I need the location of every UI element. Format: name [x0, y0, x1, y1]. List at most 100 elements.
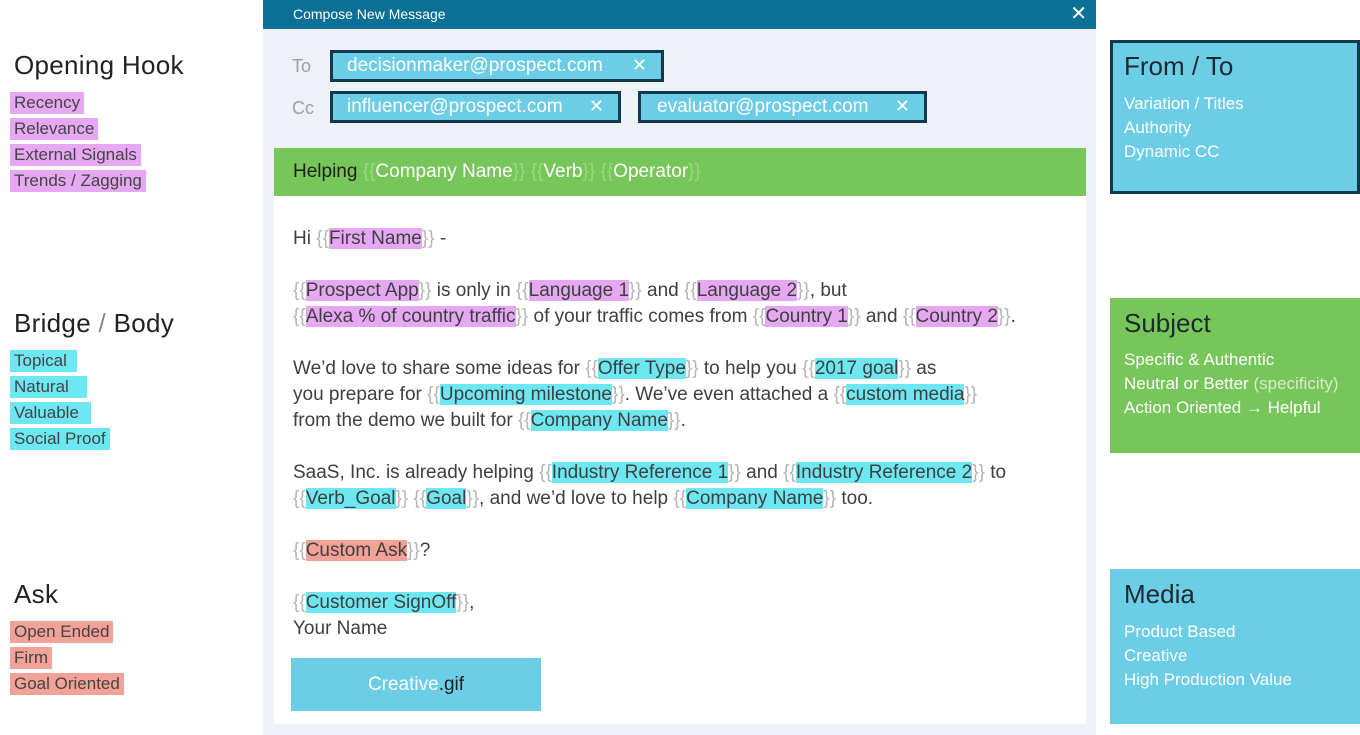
opening-hook-item: Relevance [10, 118, 99, 140]
attachment-extension: .gif [438, 673, 465, 695]
var-hook: Country 2 [915, 306, 998, 327]
var-body: Goal [426, 488, 467, 509]
bridge-title-separator: / [98, 308, 107, 338]
body-text: and [740, 462, 784, 483]
body-line-proof-1: SaaS, Inc. is already helping {{Industry… [293, 462, 1007, 483]
compose-title: Compose New Message [293, 6, 446, 22]
body-line-hook-2: {{Alexa % of country traffic}} of your t… [293, 306, 1016, 327]
var-hook: Language 2 [696, 280, 798, 301]
bridge-body-item: Topical [10, 350, 77, 372]
subject-field[interactable]: Helping {{Company Name}} {{Verb}} {{Oper… [274, 148, 1086, 196]
ask-list: Open Ended Firm Goal Oriented [10, 621, 124, 695]
recipient-chip-to[interactable]: decisionmaker@prospect.com ✕ [330, 50, 664, 82]
subject-var: Verb [543, 161, 583, 182]
var-body: Industry Reference 1 [551, 462, 729, 483]
recipient-email: evaluator@prospect.com [657, 96, 869, 117]
opening-hook-item: Trends / Zagging [10, 170, 146, 192]
opening-hook-item: Recency [10, 92, 85, 114]
attachment-name: Creative [367, 673, 439, 695]
body-text: SaaS, Inc. is already helping [293, 462, 540, 483]
var-body: Industry Reference 2 [795, 462, 973, 483]
bridge-body-list: Topical Natural Valuable Social Proof [10, 350, 174, 450]
body-title-part: Body [113, 308, 175, 338]
media-box-item: High Production Value [1124, 670, 1292, 689]
body-text: as [911, 358, 937, 379]
body-text: ? [419, 540, 431, 561]
subject-box-title: Subject [1124, 308, 1211, 338]
bridge-body-item: Natural [10, 376, 87, 398]
recipient-email: influencer@prospect.com [347, 96, 563, 117]
opening-hook-list: Recency Relevance External Signals Trend… [10, 92, 184, 192]
from-to-item: Dynamic CC [1124, 142, 1220, 161]
var-body: Offer Type [597, 358, 686, 379]
to-label: To [292, 56, 312, 76]
body-line-proof-2: {{Verb_Goal}} {{Goal}}, and we’d love to… [293, 488, 874, 509]
var-body: custom media [846, 384, 965, 405]
subject-line: Helping {{Company Name}} {{Verb}} {{Oper… [293, 161, 701, 182]
media-box-item: Product Based [1124, 622, 1236, 641]
opening-hook-title: Opening Hook [14, 50, 184, 80]
cc-label: Cc [292, 98, 314, 118]
body-text: , [469, 592, 475, 613]
body-text: from the demo we built for [293, 410, 518, 431]
var-hook: Prospect App [305, 280, 419, 301]
from-to-box: From / To Variation / Titles Authority D… [1110, 40, 1360, 194]
bridge-body-item: Social Proof [10, 428, 110, 450]
greeting-text: Hi [293, 228, 317, 249]
opening-hook-item: External Signals [10, 144, 141, 166]
from-to-title: From / To [1124, 51, 1234, 81]
body-text: of your traffic comes from [528, 306, 753, 327]
subject-box-item-text: Neutral or Better [1124, 374, 1249, 393]
body-text: . [1010, 306, 1016, 327]
remove-recipient-icon[interactable]: ✕ [895, 96, 910, 117]
var-hook: Language 1 [528, 280, 630, 301]
var-ask: Custom Ask [305, 540, 408, 561]
ask-item: Firm [10, 647, 52, 669]
body-line-ask: {{Custom Ask}}? [293, 540, 431, 561]
var-hook: Alexa % of country traffic [305, 306, 516, 327]
var-body: Company Name [686, 488, 824, 509]
body-text: , but [809, 280, 847, 301]
body-text: to [984, 462, 1007, 483]
body-text: to help you [698, 358, 803, 379]
close-icon[interactable]: ✕ [1070, 2, 1087, 26]
recipient-chip-cc[interactable]: influencer@prospect.com ✕ [330, 91, 621, 123]
subject-box-item: Action Oriented → Helpful [1124, 398, 1321, 417]
subject-box-item-note: (specificity) [1253, 374, 1339, 393]
body-text: and [641, 280, 684, 301]
bridge-body-title: Bridge / Body [14, 308, 174, 339]
ask-section: Ask Open Ended Firm Goal Oriented [10, 579, 124, 695]
greeting-text: - [434, 228, 447, 249]
media-box-item: Creative [1124, 646, 1188, 665]
media-box-title: Media [1124, 579, 1195, 609]
bridge-body-item: Valuable [10, 402, 91, 424]
subject-box: Subject Specific & Authentic Neutral or … [1110, 298, 1360, 453]
greeting-line: Hi {{First Name}} - [293, 228, 447, 249]
remove-recipient-icon[interactable]: ✕ [632, 55, 647, 76]
subject-box-item: Neutral or Better (specificity) [1124, 374, 1338, 394]
signoff-line: {{Customer SignOff}}, [293, 592, 475, 613]
body-text: . [680, 410, 686, 431]
message-body[interactable]: Hi {{First Name}} - {{Prospect App}} is … [274, 196, 1086, 724]
var-signoff: Customer SignOff [305, 592, 457, 613]
subject-var: Company Name [375, 161, 513, 182]
recipient-chip-cc[interactable]: evaluator@prospect.com ✕ [638, 91, 927, 123]
var-body: 2017 goal [814, 358, 899, 379]
body-text: and [860, 306, 903, 327]
body-text: you prepare for [293, 384, 428, 405]
var-first-name: First Name [328, 228, 422, 249]
ask-item: Open Ended [10, 621, 114, 643]
attachment-creative-gif[interactable]: Creative .gif [291, 658, 541, 711]
ask-title: Ask [14, 579, 59, 609]
body-text: We’d love to share some ideas for [293, 358, 586, 379]
compose-titlebar: Compose New Message ✕ [263, 0, 1096, 29]
remove-recipient-icon[interactable]: ✕ [589, 96, 604, 117]
body-text: is only in [431, 280, 516, 301]
var-body: Verb_Goal [305, 488, 396, 509]
body-text: . We’ve even attached a [624, 384, 834, 405]
signature-name: Your Name [293, 618, 388, 639]
ask-item: Goal Oriented [10, 673, 124, 695]
body-line-bridge-1: We’d love to share some ideas for {{Offe… [293, 358, 937, 379]
from-to-item: Variation / Titles [1124, 94, 1244, 113]
subject-box-item: Specific & Authentic [1124, 350, 1275, 369]
